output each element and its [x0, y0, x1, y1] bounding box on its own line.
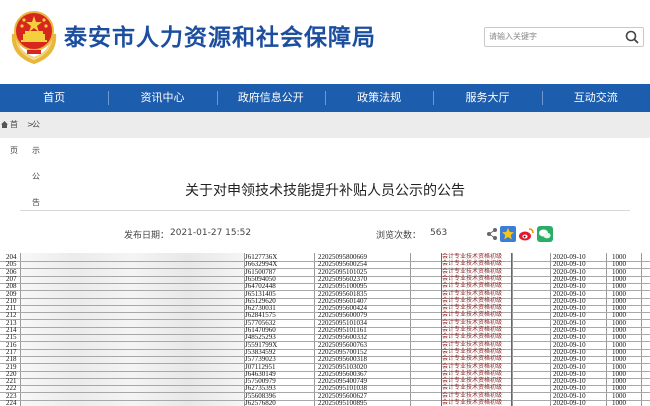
breadcrumb-bar: 首页 > 公示公告	[0, 112, 650, 207]
nav-item-info-disclosure[interactable]: 政府信息公开	[216, 84, 325, 112]
views-label: 浏览次数：	[376, 231, 422, 241]
publish-date-label: 发布日期：	[124, 231, 170, 241]
announcement-table-image: 204 J6127736X 22025095800669 会计专业技术资格初级 2020…	[0, 253, 650, 406]
nav-item-home[interactable]: 首页	[0, 84, 108, 112]
main-nav: 首页 资讯中心 政府信息公开 政策法规 服务大厅 互动交流	[0, 84, 650, 112]
search-box	[484, 27, 644, 47]
table-cell-id: J62576820	[245, 399, 276, 406]
table-cell-no: 224	[6, 399, 17, 406]
search-icon[interactable]	[624, 29, 640, 45]
table-cell-cert: 22025095100895	[318, 399, 367, 406]
nav-item-news[interactable]: 资讯中心	[108, 84, 216, 112]
nav-item-interaction[interactable]: 互动交流	[541, 84, 650, 112]
nav-item-service-hall[interactable]: 服务大厅	[433, 84, 541, 112]
national-emblem-icon	[11, 11, 57, 64]
site-header: 泰安市人力资源和社会保障局	[0, 0, 650, 76]
breadcrumb-current[interactable]: 公示公告	[32, 112, 40, 216]
nav-item-policy[interactable]: 政策法规	[324, 84, 433, 112]
publish-date: 2021-01-27 15:52	[170, 228, 252, 238]
table-cell-date: 2020-09-10	[553, 399, 586, 406]
home-icon	[1, 121, 8, 128]
views-count: 563	[430, 228, 448, 238]
breadcrumb-home[interactable]: 首页	[10, 112, 18, 164]
site-title: 泰安市人力资源和社会保障局	[64, 25, 376, 51]
star-icon[interactable]	[500, 226, 516, 246]
weibo-icon[interactable]	[518, 226, 534, 246]
search-input[interactable]	[489, 29, 617, 44]
article-title: 关于对申领技术技能提升补贴人员公示的公告	[185, 183, 465, 199]
title-divider	[20, 210, 630, 211]
table-row: 224 J62576820 22025095100895 会计专业技术资格初级 2020…	[0, 399, 650, 406]
share-icon[interactable]	[486, 226, 498, 245]
table-cell-amount: 1000	[612, 399, 626, 406]
highlight-box	[441, 253, 512, 406]
wechat-icon[interactable]	[537, 226, 553, 246]
